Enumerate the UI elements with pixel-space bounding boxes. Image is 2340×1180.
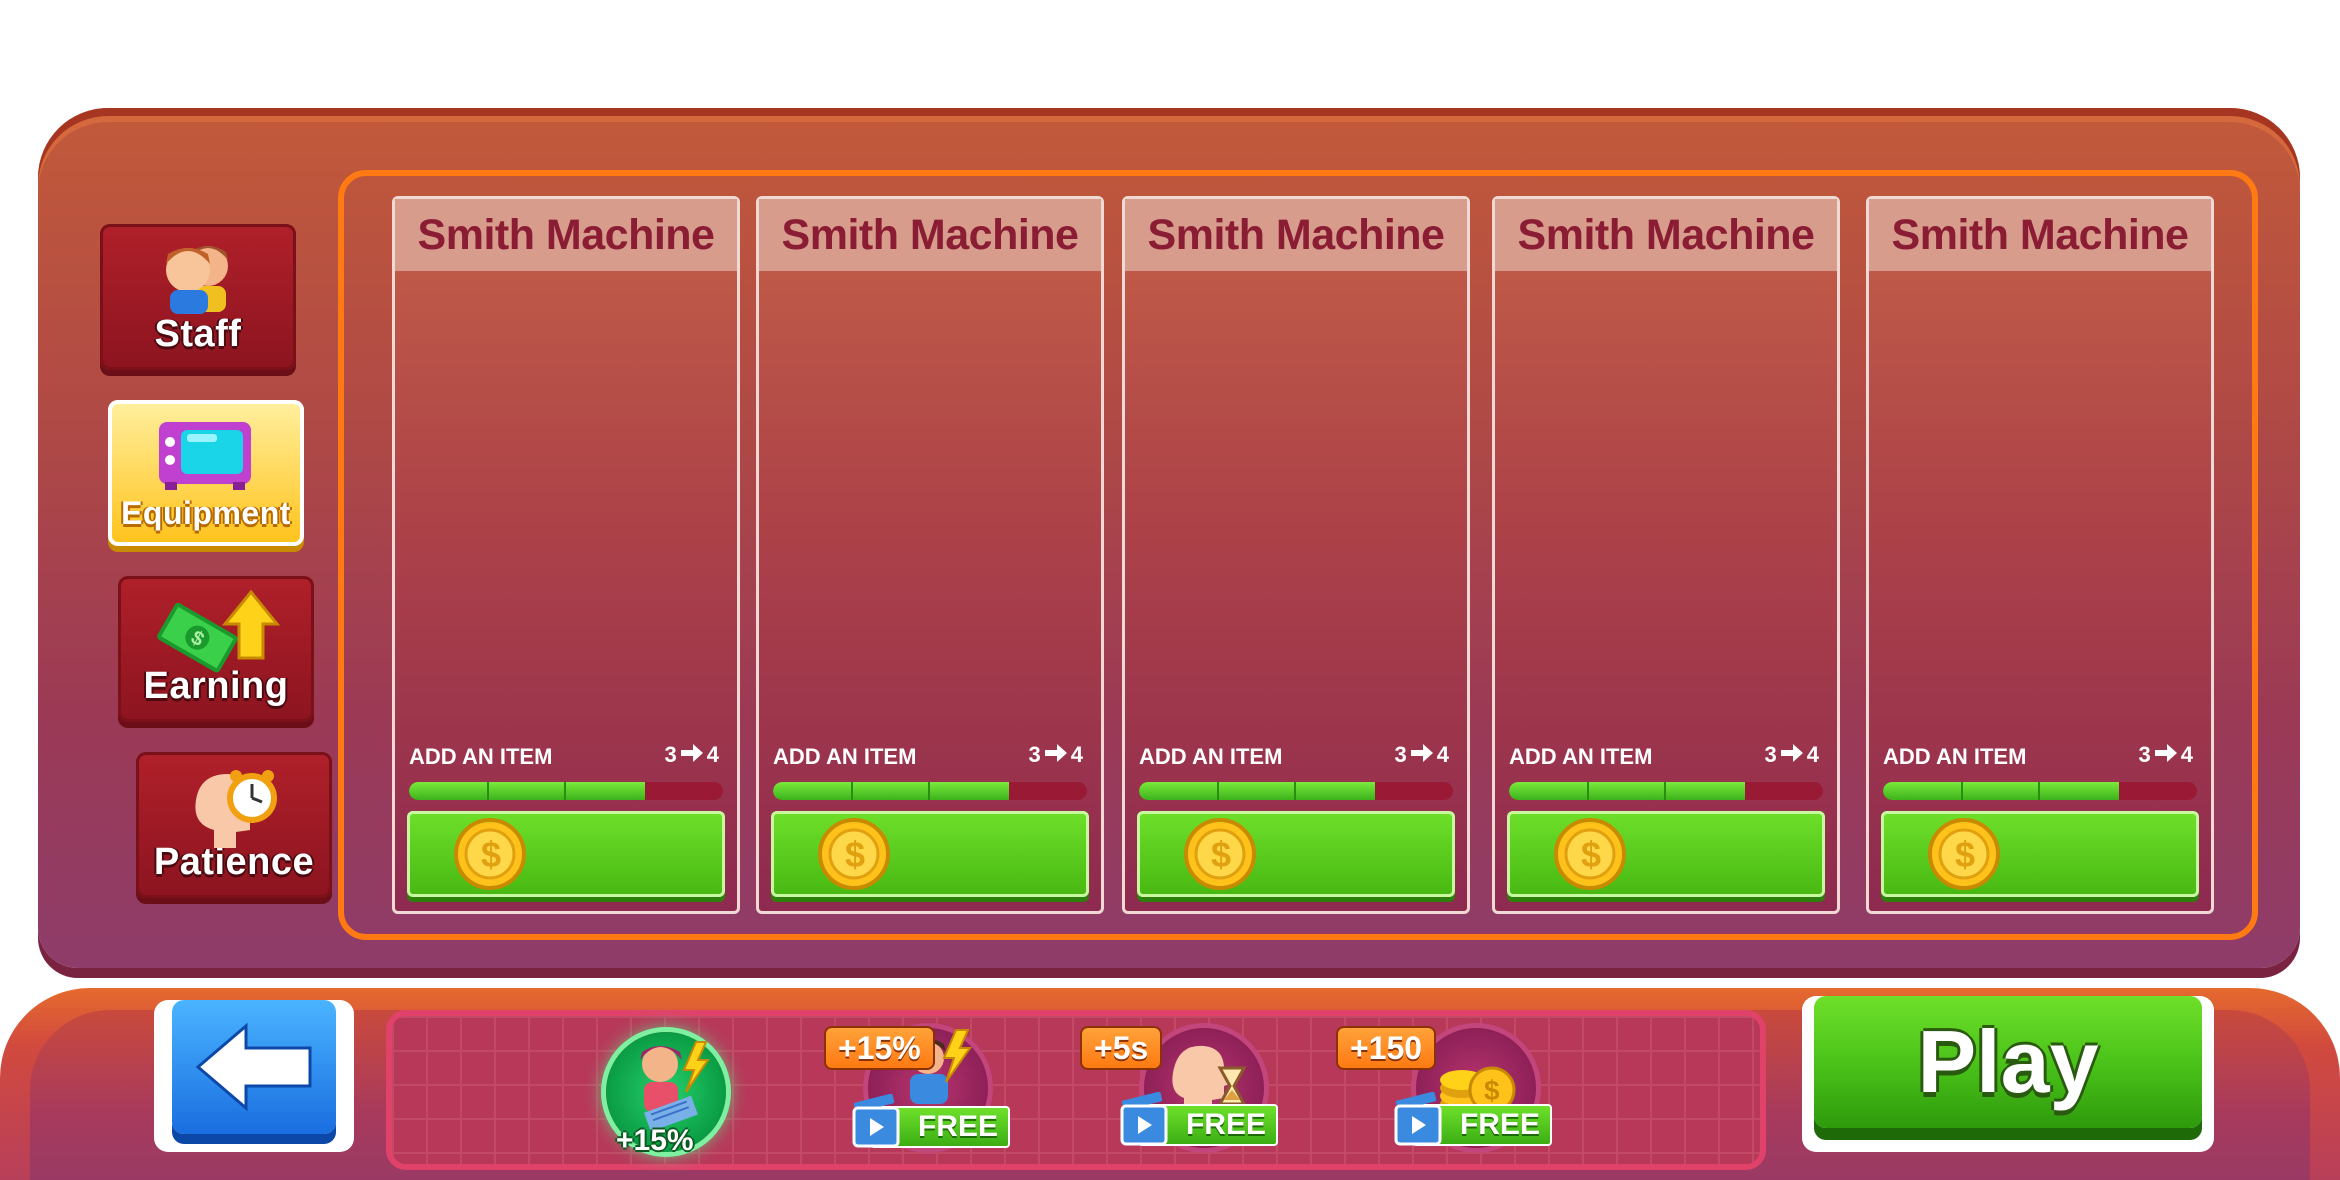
video-ad-icon	[1118, 1091, 1170, 1158]
level-to: 4	[1806, 742, 1819, 767]
card-title: Smith Machine	[781, 210, 1079, 259]
buy-upgrade-button[interactable]: $	[771, 811, 1089, 897]
card-title: Smith Machine	[1517, 210, 1815, 259]
free-button[interactable]: FREE	[1394, 1091, 1552, 1146]
level-indicator: 34	[1395, 742, 1450, 768]
trainer-boost-button[interactable]: +15%	[606, 1032, 730, 1157]
equipment-icon	[151, 412, 261, 496]
svg-text:$: $	[1955, 834, 1975, 875]
arrow-right-icon	[680, 742, 703, 768]
play-button[interactable]: Play	[1802, 996, 2214, 1152]
level-indicator: 34	[2139, 742, 2194, 768]
tab-staff[interactable]: Staff	[100, 224, 296, 370]
coin-icon: $	[1553, 817, 1627, 895]
patience-icon	[184, 764, 284, 854]
tab-equipment[interactable]: Equipment	[108, 400, 304, 546]
coin-icon: $	[453, 817, 527, 895]
buy-upgrade-button[interactable]: $	[1507, 811, 1825, 897]
upgrade-progress-bar	[1139, 782, 1453, 800]
svg-text:$: $	[1484, 1075, 1500, 1106]
free-label: FREE	[1459, 1108, 1540, 1141]
equipment-card: Smith Machine ADD AN ITEM 3 4 $	[392, 196, 740, 914]
arrow-right-icon	[1044, 742, 1067, 768]
tab-patience[interactable]: Patience	[136, 752, 332, 898]
coin-icon: $	[1927, 817, 2001, 895]
video-ad-icon	[850, 1093, 902, 1160]
add-item-label: ADD AN ITEM	[773, 744, 917, 769]
level-to: 4	[706, 742, 719, 767]
svg-text:$: $	[845, 834, 865, 875]
card-title: Smith Machine	[1147, 210, 1445, 259]
play-label: Play	[1917, 1012, 2099, 1111]
staff-speed-boost-button[interactable]: +15% FREE	[824, 1026, 1010, 1156]
boost-badge: +5s	[1080, 1026, 1163, 1070]
boost-badge: +150	[1336, 1026, 1437, 1070]
equipment-card: Smith Machine ADD AN ITEM 3 4 $	[756, 196, 1104, 914]
svg-text:$: $	[1211, 834, 1231, 875]
free-button[interactable]: FREE	[852, 1093, 1010, 1148]
add-item-label: ADD AN ITEM	[409, 744, 553, 769]
card-title: Smith Machine	[1891, 210, 2189, 259]
boost-badge: +15%	[824, 1026, 935, 1070]
upgrade-progress-bar	[1883, 782, 2197, 800]
level-from: 3	[1028, 742, 1041, 767]
trainer-boost-icon	[620, 1034, 720, 1138]
card-header: Smith Machine	[1125, 199, 1467, 271]
buy-upgrade-button[interactable]: $	[1137, 811, 1455, 897]
back-button[interactable]	[154, 1000, 354, 1152]
add-item-label: ADD AN ITEM	[1883, 744, 2027, 769]
equipment-card: Smith Machine ADD AN ITEM 3 4 $	[1122, 196, 1470, 914]
level-indicator: 34	[665, 742, 720, 768]
card-title: Smith Machine	[417, 210, 715, 259]
arrow-right-icon	[2154, 742, 2177, 768]
boost-value: +15%	[616, 1124, 694, 1157]
level-from: 3	[2138, 742, 2151, 767]
level-from: 3	[1394, 742, 1407, 767]
level-to: 4	[1070, 742, 1083, 767]
arrow-right-icon	[1410, 742, 1433, 768]
add-item-label: ADD AN ITEM	[1509, 744, 1653, 769]
equipment-card: Smith Machine ADD AN ITEM 3 4 $	[1492, 196, 1840, 914]
svg-text:$: $	[1581, 834, 1601, 875]
level-from: 3	[664, 742, 677, 767]
tab-label: Equipment	[121, 495, 291, 531]
coin-icon: $	[1183, 817, 1257, 895]
equipment-card: Smith Machine ADD AN ITEM 3 4 $	[1866, 196, 2214, 914]
level-from: 3	[1764, 742, 1777, 767]
patience-time-boost-button[interactable]: +5s FREE	[1078, 1026, 1278, 1156]
boost-panel	[386, 1010, 1766, 1170]
add-item-label: ADD AN ITEM	[1139, 744, 1283, 769]
arrow-right-icon	[1780, 742, 1803, 768]
back-arrow-icon	[194, 1022, 314, 1116]
level-indicator: 34	[1029, 742, 1084, 768]
buy-upgrade-button[interactable]: $	[1881, 811, 2199, 897]
staff-icon	[150, 236, 246, 320]
upgrade-progress-bar	[773, 782, 1087, 800]
upgrade-progress-bar	[409, 782, 723, 800]
level-to: 4	[1436, 742, 1449, 767]
card-header: Smith Machine	[759, 199, 1101, 271]
upgrade-progress-bar	[1509, 782, 1823, 800]
earning-icon: $	[151, 588, 281, 678]
coins-boost-button[interactable]: $ +150 FREE	[1336, 1026, 1556, 1156]
svg-text:$: $	[481, 834, 501, 875]
buy-upgrade-button[interactable]: $	[407, 811, 725, 897]
coin-icon: $	[817, 817, 891, 895]
free-label: FREE	[917, 1110, 998, 1143]
video-ad-icon	[1392, 1091, 1444, 1158]
free-button[interactable]: FREE	[1120, 1091, 1278, 1146]
tab-earning[interactable]: $ Earning	[118, 576, 314, 722]
card-header: Smith Machine	[1495, 199, 1837, 271]
card-header: Smith Machine	[395, 199, 737, 271]
level-indicator: 34	[1765, 742, 1820, 768]
level-to: 4	[2180, 742, 2193, 767]
card-header: Smith Machine	[1869, 199, 2211, 271]
free-label: FREE	[1185, 1108, 1266, 1141]
